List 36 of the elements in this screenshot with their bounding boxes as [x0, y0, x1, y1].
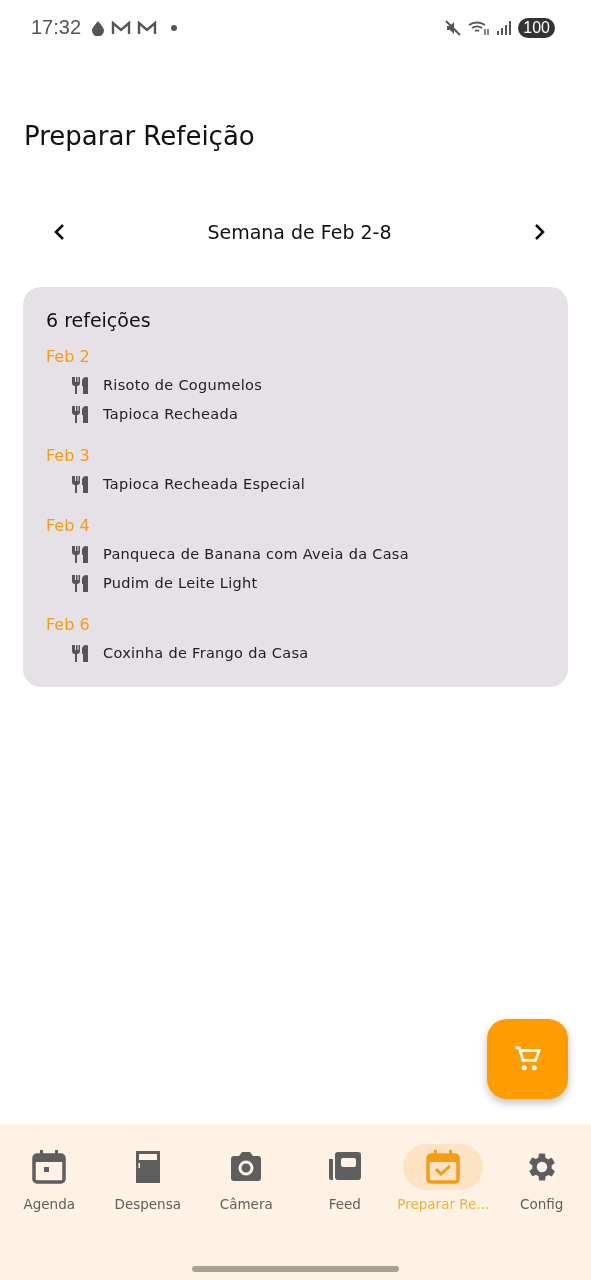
week-label: Semana de Feb 2-8	[207, 221, 392, 243]
mute-icon	[444, 18, 463, 37]
meal-name[interactable]: Pudim de Leite Light	[103, 574, 258, 591]
drop-icon	[91, 19, 106, 36]
meal-name[interactable]: Tapioca Recheada Especial	[103, 475, 306, 492]
day-date: Feb 6	[46, 615, 91, 634]
fork-knife-icon	[70, 374, 90, 395]
calendar-icon	[31, 1149, 68, 1185]
nav-tab[interactable]: Câmera	[197, 1144, 296, 1212]
day-date: Feb 2	[46, 347, 91, 366]
page-title: Preparar Refeição	[24, 121, 256, 151]
signal-icon	[496, 19, 513, 36]
chevron-right-icon	[533, 223, 547, 241]
battery-level: 100	[518, 17, 555, 38]
status-time: 17:32	[31, 16, 82, 39]
mail-icon	[111, 20, 132, 35]
meal-name[interactable]: Tapioca Recheada	[103, 405, 239, 422]
fork-knife-icon	[70, 642, 90, 663]
meal-name[interactable]: Coxinha de Frango da Casa	[103, 644, 309, 661]
mail-icon	[137, 20, 158, 35]
meal-name[interactable]: Panqueca de Banana com Aveia da Casa	[103, 545, 409, 562]
fork-knife-icon	[70, 403, 90, 424]
nav-tab[interactable]: Agenda	[0, 1144, 99, 1212]
fork-knife-icon	[70, 572, 90, 593]
fork-knife-icon	[70, 473, 90, 494]
nav-tab[interactable]: Despensa	[98, 1144, 197, 1212]
fork-knife-icon	[70, 543, 90, 564]
nav-tab[interactable]: Config	[492, 1144, 591, 1212]
day-date: Feb 3	[46, 446, 91, 465]
calendar-check-icon	[425, 1149, 462, 1185]
dot-icon	[171, 24, 178, 31]
nav-tab[interactable]: Feed	[295, 1144, 394, 1212]
chevron-left-icon	[52, 223, 66, 241]
day-date: Feb 4	[46, 516, 91, 535]
meal-count: 6 refeições	[46, 309, 152, 331]
meal-name[interactable]: Risoto de Cogumelos	[103, 376, 263, 393]
